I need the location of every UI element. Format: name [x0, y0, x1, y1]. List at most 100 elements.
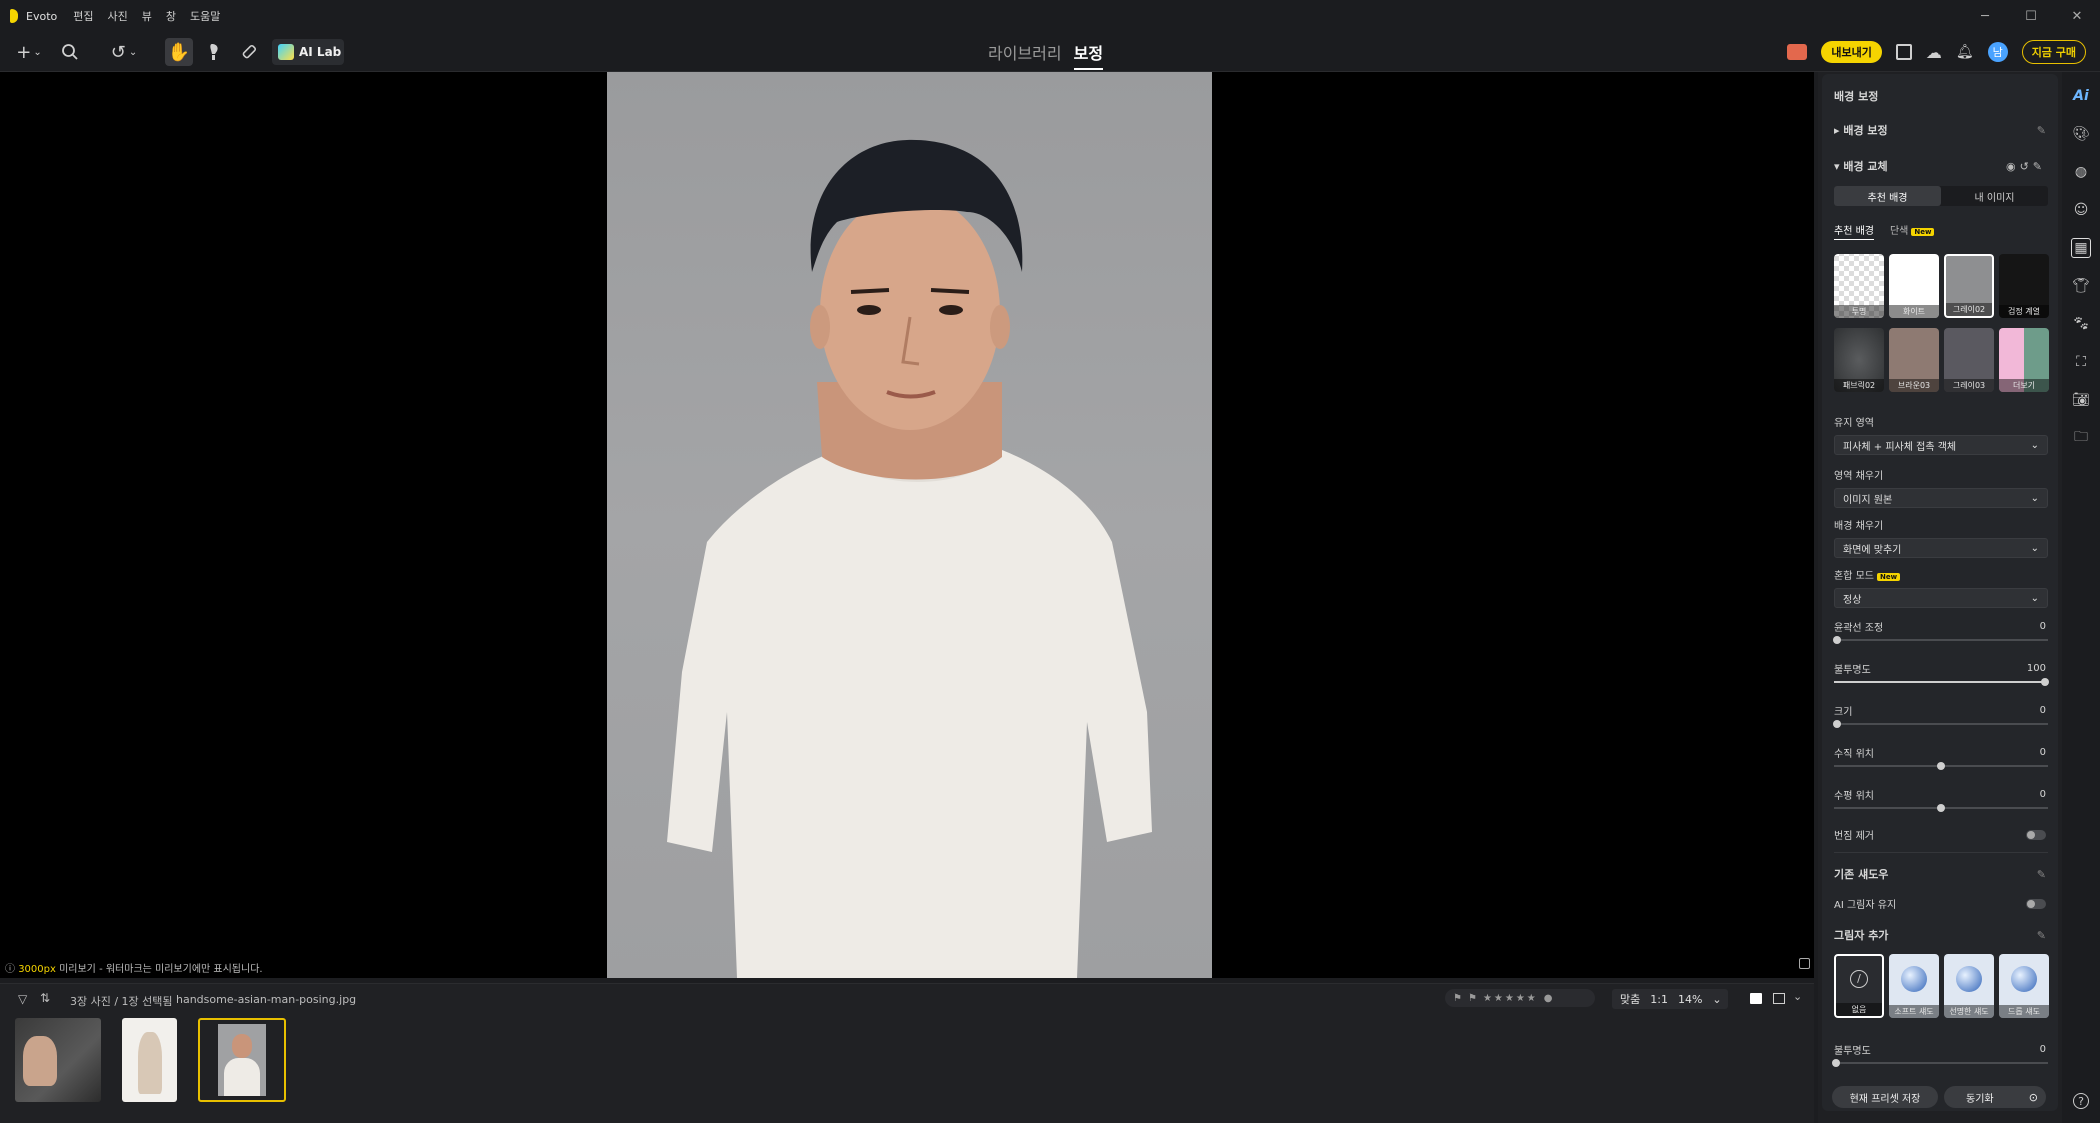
- maximize-button[interactable]: ☐: [2008, 0, 2054, 32]
- reject-flag-icon[interactable]: ⚑: [1468, 993, 1477, 1004]
- tab-retouch[interactable]: 보정: [1073, 40, 1104, 70]
- menu-window[interactable]: 창: [166, 8, 176, 24]
- panel-split-icon[interactable]: [1799, 958, 1810, 969]
- eraser-tool-icon[interactable]: [235, 38, 263, 66]
- menu-photo[interactable]: 사진: [107, 8, 127, 24]
- texture-pattern-icon[interactable]: ◍: [2071, 162, 2091, 182]
- background-icon[interactable]: ▦: [2071, 238, 2091, 258]
- fill-area-select[interactable]: 이미지 원본 ⌄: [1834, 488, 2048, 508]
- gift-icon[interactable]: [1787, 44, 1808, 60]
- slider-value: 100: [2026, 663, 2046, 674]
- add-shadow-edit-icon[interactable]: ✎: [2037, 929, 2046, 942]
- seg-recommended[interactable]: 추천 배경: [1834, 186, 1941, 206]
- slider-track[interactable]: [1834, 678, 2049, 686]
- star-rating[interactable]: ★★★★★: [1483, 993, 1538, 1004]
- zoom-fit-button[interactable]: 맞춤: [1620, 991, 1640, 1007]
- export-button[interactable]: 내보내기: [1821, 41, 1882, 63]
- slider-knob[interactable]: [1833, 720, 1841, 728]
- save-preset-button[interactable]: 현재 프리셋 저장: [1832, 1086, 1938, 1108]
- compare-view-icon[interactable]: [1773, 993, 1785, 1004]
- zoom-percent-select[interactable]: 14%: [1678, 993, 1702, 1006]
- palette-icon[interactable]: 🎨︎: [2071, 124, 2091, 144]
- slider-knob[interactable]: [2041, 678, 2049, 686]
- bg-tile-more[interactable]: 더보기: [1999, 328, 2049, 392]
- section-bg-correction[interactable]: ▸ 배경 보정 ✎: [1834, 122, 2046, 138]
- paw-icon[interactable]: 🐾︎: [2071, 314, 2091, 334]
- slider-knob[interactable]: [1832, 1059, 1840, 1067]
- edit-icon[interactable]: ✎: [2037, 124, 2046, 137]
- compare-icon[interactable]: [1895, 44, 1912, 60]
- defringe-label: 번짐 제거: [1834, 831, 1874, 842]
- shadow-edit-icon[interactable]: ✎: [2037, 868, 2046, 881]
- bg-tile-black[interactable]: 검정 계열: [1999, 254, 2049, 318]
- face-icon[interactable]: ☺: [2071, 200, 2091, 220]
- avatar[interactable]: 남: [1987, 42, 2008, 62]
- buy-now-button[interactable]: 지금 구매: [2021, 40, 2086, 64]
- cloud-icon[interactable]: ☁: [1926, 43, 1942, 62]
- single-view-icon[interactable]: [1750, 993, 1762, 1004]
- help-icon[interactable]: ?: [2073, 1093, 2089, 1109]
- bg-tile-gray02[interactable]: 그레이02: [1944, 254, 1994, 318]
- bg-tile-white[interactable]: 화이트: [1889, 254, 1939, 318]
- folder-icon[interactable]: 🗀: [2071, 428, 2091, 448]
- subtab-recommended[interactable]: 추천 배경: [1834, 222, 1874, 240]
- shadow-tile-drop[interactable]: 드롭 섀도: [1999, 954, 2049, 1018]
- slider-track[interactable]: [1834, 804, 2048, 812]
- subtab-solid[interactable]: 단색 New: [1890, 222, 1935, 240]
- undo-icon[interactable]: ↺ ⌄: [104, 38, 144, 66]
- menu-help[interactable]: 도움말: [190, 8, 220, 24]
- chevron-down-icon[interactable]: ⌄: [1712, 993, 1721, 1006]
- slider-knob[interactable]: [1833, 636, 1841, 644]
- ai-lab-button[interactable]: AI Lab: [272, 39, 344, 65]
- close-button[interactable]: ✕: [2054, 0, 2100, 32]
- add-icon[interactable]: + ⌄: [12, 38, 46, 66]
- section-bg-replace[interactable]: ▾ 배경 교체 ◉↺✎: [1834, 158, 2046, 174]
- brush-tool-icon[interactable]: [201, 38, 229, 66]
- sync-options-icon[interactable]: ⊙: [2029, 1091, 2038, 1104]
- thumbnail-2[interactable]: [122, 1018, 177, 1102]
- sort-icon[interactable]: ⇅: [40, 991, 50, 1005]
- hand-tool-icon[interactable]: ✋: [165, 38, 193, 66]
- shadow-tile-soft[interactable]: 소프트 섀도: [1889, 954, 1939, 1018]
- search-icon[interactable]: [56, 38, 84, 66]
- reset-icon[interactable]: ↺: [2020, 160, 2033, 173]
- view-chevron-icon[interactable]: ⌄: [1793, 990, 1802, 1003]
- thumbnail-3-selected[interactable]: [198, 1018, 286, 1102]
- menu-view[interactable]: 뷰: [142, 8, 152, 24]
- slider-track[interactable]: [1834, 762, 2048, 770]
- filter-icon[interactable]: ▽: [18, 992, 27, 1006]
- slider-knob[interactable]: [1937, 804, 1945, 812]
- bg-tile-transparent[interactable]: 투명: [1834, 254, 1884, 318]
- tab-library[interactable]: 라이브러리: [988, 40, 1062, 70]
- shadow-opacity-slider[interactable]: [1832, 1059, 2048, 1067]
- thumbnail-1[interactable]: [15, 1018, 101, 1102]
- shadow-tile-none[interactable]: / 없음: [1834, 954, 1884, 1018]
- bg-tile-gray03[interactable]: 그레이03: [1944, 328, 1994, 392]
- bg-tile-brown03[interactable]: 브라운03: [1889, 328, 1939, 392]
- slider-track[interactable]: [1833, 636, 2048, 644]
- clothing-icon[interactable]: 👕︎: [2071, 276, 2091, 296]
- keep-area-select[interactable]: 피사체 + 피사체 접촉 객체 ⌄: [1834, 435, 2048, 455]
- crop-icon[interactable]: ⛶: [2071, 352, 2091, 372]
- menu-edit[interactable]: 편집: [73, 8, 93, 24]
- zoom-1to1-button[interactable]: 1:1: [1650, 993, 1668, 1006]
- camera-icon[interactable]: 📷︎: [2071, 390, 2091, 410]
- shadow-tile-sharp[interactable]: 선명한 섀도: [1944, 954, 1994, 1018]
- image-canvas[interactable]: [0, 72, 1814, 978]
- ai-shadow-toggle[interactable]: [2026, 898, 2046, 909]
- ai-icon[interactable]: Ai: [2071, 86, 2091, 106]
- sync-button[interactable]: 동기화 ⊙: [1944, 1086, 2046, 1108]
- slider-track[interactable]: [1833, 720, 2048, 728]
- slider-knob[interactable]: [1937, 762, 1945, 770]
- eye-icon[interactable]: ◉: [2006, 160, 2020, 173]
- minimize-button[interactable]: ─: [1962, 0, 2008, 32]
- notification-bell-icon[interactable]: 🔔︎: [1956, 44, 1974, 60]
- bg-fill-select[interactable]: 화면에 맞추기 ⌄: [1834, 538, 2048, 558]
- seg-my-images[interactable]: 내 이미지: [1941, 186, 2048, 206]
- bg-tile-fabric02[interactable]: 패브릭02: [1834, 328, 1884, 392]
- defringe-toggle[interactable]: [2026, 829, 2046, 840]
- color-label-icon[interactable]: ●: [1544, 993, 1553, 1004]
- section-edit-icon[interactable]: ✎: [2033, 160, 2046, 173]
- flag-icon[interactable]: ⚑: [1453, 993, 1462, 1004]
- blend-mode-select[interactable]: 정상 ⌄: [1834, 588, 2048, 608]
